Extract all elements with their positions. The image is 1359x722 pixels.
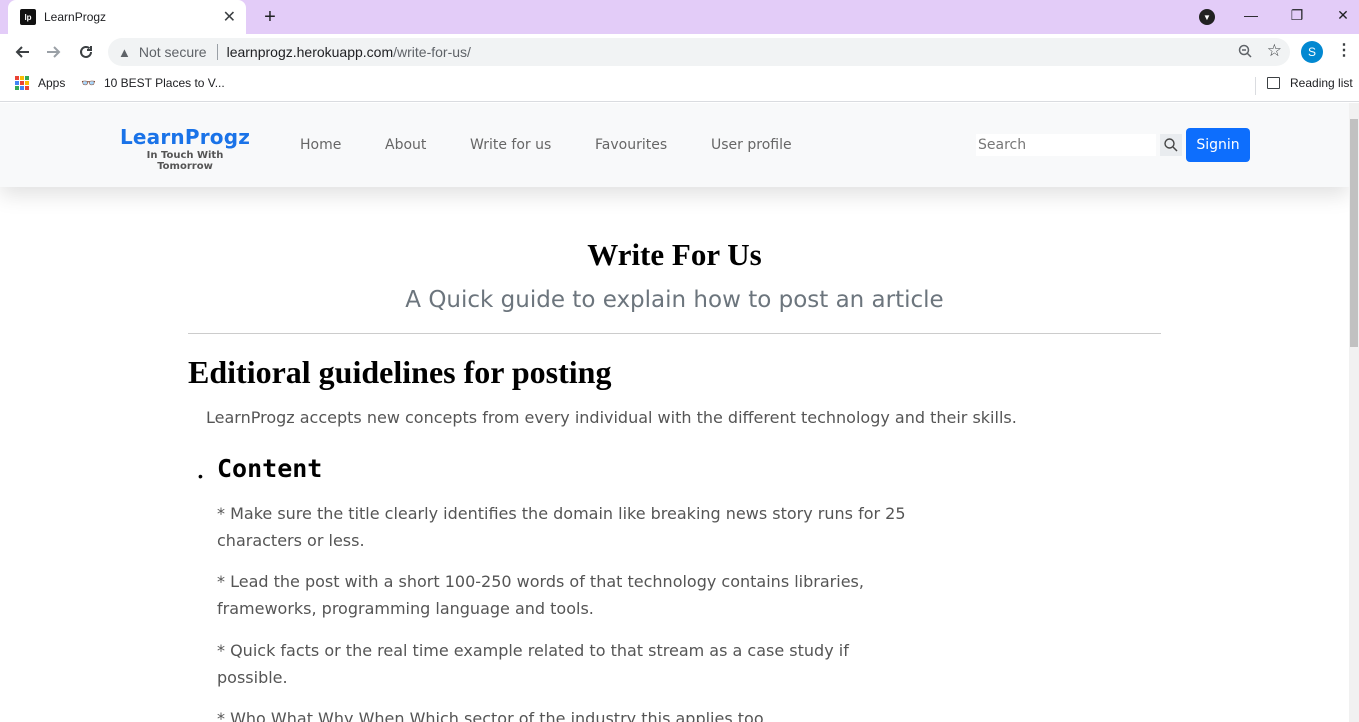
section-title: Editioral guidelines for posting (188, 354, 612, 390)
url-path: /write-for-us/ (393, 44, 471, 60)
nav-user-profile[interactable]: User profile (711, 137, 792, 153)
apps-label: Apps (38, 76, 66, 90)
brand-name: LearnProgz (119, 125, 251, 149)
close-tab-icon[interactable]: ✕ (223, 7, 236, 27)
new-tab-button[interactable]: + (258, 5, 282, 29)
scrollbar-thumb[interactable] (1350, 119, 1358, 347)
back-button[interactable] (8, 38, 36, 66)
page-scrollbar[interactable] (1349, 103, 1359, 722)
restore-button[interactable]: ❐ (1274, 0, 1320, 30)
reading-list-label: Reading list (1290, 76, 1353, 90)
search-button[interactable] (1160, 134, 1182, 156)
search-icon (1164, 138, 1178, 152)
brand-tagline: In Touch With Tomorrow (146, 150, 224, 172)
tab-search-icon[interactable]: ▼ (1199, 9, 1215, 25)
apps-dot (20, 76, 24, 80)
account-avatar[interactable]: S (1301, 41, 1323, 63)
bookmark-star-icon[interactable]: ☆ (1267, 41, 1282, 61)
close-window-button[interactable]: ✕ (1320, 0, 1359, 30)
apps-dot (25, 86, 29, 90)
reload-icon (80, 45, 92, 58)
site-navbar: LearnProgz In Touch With Tomorrow Home A… (0, 103, 1349, 187)
browser-toolbar: ▲ Not secure learnprogz.herokuapp.com/wr… (0, 34, 1359, 70)
intro-text: LearnProgz accepts new concepts from eve… (206, 408, 1017, 427)
apps-dot (20, 86, 24, 90)
security-label: Not secure (138, 44, 207, 60)
bookmark-item[interactable]: 👓 10 BEST Places to V... (81, 76, 225, 90)
browser-tab[interactable]: lp LearnProgz ✕ (8, 0, 246, 34)
nav-write-for-us[interactable]: Write for us (470, 137, 551, 153)
warning-icon: ▲ (118, 44, 131, 60)
reading-list-button[interactable]: Reading list (1267, 76, 1353, 90)
favicon-icon: lp (20, 9, 36, 25)
forward-arrow-icon (47, 46, 61, 58)
minimize-button[interactable]: — (1228, 0, 1274, 30)
reading-list-icon (1267, 77, 1280, 89)
bullet-icon: • (198, 468, 203, 484)
site-brand[interactable]: LearnProgz In Touch With Tomorrow (118, 125, 252, 172)
guideline-item: * Quick facts or the real time example r… (217, 641, 849, 687)
apps-dot (15, 86, 19, 90)
address-bar[interactable]: ▲ Not secure learnprogz.herokuapp.com/wr… (108, 38, 1290, 66)
bookmarks-bar: Apps 👓 10 BEST Places to V... Reading li… (0, 70, 1359, 102)
zoom-icon[interactable] (1238, 44, 1252, 61)
apps-dot (15, 81, 19, 85)
apps-dot (15, 76, 19, 80)
address-divider (216, 44, 218, 60)
guideline-item: * Make sure the title clearly identifies… (217, 504, 906, 550)
page-title: Write For Us (587, 237, 762, 272)
guideline-item: * Who What Why When Which sector of the … (217, 709, 764, 722)
tab-strip: lp LearnProgz ✕ + ▼ — ❐ ✕ (0, 0, 1359, 34)
apps-grid-icon (15, 76, 29, 90)
apps-bookmark[interactable]: Apps (15, 76, 65, 90)
tab-title: LearnProgz (44, 10, 107, 24)
url-host: learnprogz.herokuapp.com (226, 44, 394, 60)
signin-button[interactable]: Signin (1186, 128, 1250, 162)
nav-about[interactable]: About (385, 137, 426, 153)
apps-dot (25, 81, 29, 85)
url-text[interactable]: learnprogz.herokuapp.com/write-for-us/ (227, 44, 471, 60)
page-viewport: LearnProgz In Touch With Tomorrow Home A… (0, 103, 1349, 722)
reload-button[interactable] (72, 38, 100, 66)
search-input[interactable] (976, 134, 1156, 156)
nav-favourites[interactable]: Favourites (595, 137, 667, 153)
divider (188, 333, 1161, 334)
apps-dot (25, 76, 29, 80)
guideline-item: * Lead the post with a short 100-250 wor… (217, 572, 864, 618)
page-subtitle: A Quick guide to explain how to post an … (405, 287, 944, 313)
owl-icon: 👓 (81, 76, 96, 90)
bookmarks-divider (1255, 77, 1256, 95)
nav-home[interactable]: Home (300, 137, 341, 153)
content-heading: Content (217, 454, 323, 483)
apps-dot (20, 81, 24, 85)
bookmark-label: 10 BEST Places to V... (103, 76, 225, 90)
forward-button[interactable] (40, 38, 68, 66)
back-arrow-icon (15, 46, 29, 58)
browser-menu-icon[interactable]: ⋮ (1336, 40, 1352, 60)
